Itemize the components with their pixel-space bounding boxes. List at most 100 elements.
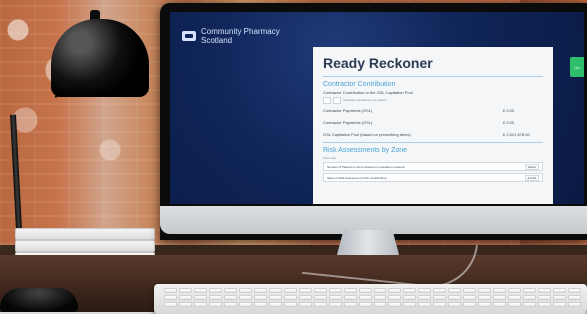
keyboard-key — [508, 288, 522, 293]
mini-input-1[interactable] — [323, 96, 331, 104]
keyboard-key — [343, 302, 357, 307]
keyboard-key — [403, 295, 417, 300]
keyboard-key — [208, 302, 222, 307]
keyboard-key — [403, 302, 417, 307]
keyboard-key — [418, 288, 432, 293]
keyboard-key — [313, 288, 327, 293]
field-button[interactable]: £ 0.00 — [524, 174, 539, 181]
contractor-row: Contractor Payments (GSL) £ 0.00 — [323, 106, 543, 115]
keyboard-key — [193, 295, 207, 300]
keyboard-key — [568, 288, 581, 293]
brand-logo-icon — [182, 31, 196, 41]
contractor-row: GSL Capitation Pool (based on prescribin… — [323, 130, 543, 139]
side-tab-button[interactable]: Go — [570, 57, 584, 77]
keyboard-key — [178, 295, 192, 300]
book — [15, 228, 155, 240]
mini-input-2[interactable] — [333, 96, 341, 104]
keyboard-key — [328, 295, 342, 300]
keyboard-key — [373, 302, 387, 307]
section-risk-hint: Zone size — [323, 156, 337, 160]
keyboard-key — [298, 288, 312, 293]
keyboard-key — [373, 288, 387, 293]
keyboard-key — [178, 302, 192, 307]
keyboard-key — [463, 302, 477, 307]
keyboard-key — [478, 302, 492, 307]
keyboard-key — [238, 302, 252, 307]
keyboard-key — [358, 295, 372, 300]
keyboard-key — [343, 288, 357, 293]
divider — [323, 76, 543, 77]
keyboard-key — [178, 288, 192, 293]
keyboard-key — [283, 295, 297, 300]
brand-line2: Scotland — [201, 36, 233, 45]
monitor-chin — [160, 206, 587, 234]
row-label: Contractor Payments (GSL) — [323, 120, 373, 125]
keyboard-key — [478, 295, 492, 300]
divider — [323, 142, 543, 143]
field-button[interactable]: Select — [524, 163, 539, 170]
keyboard-key — [253, 288, 267, 293]
section-contractor-hint: Calculate contribution per patient — [343, 98, 387, 102]
lamp-base — [0, 288, 78, 312]
keyboard-key — [268, 288, 282, 293]
ready-reckoner-panel: Ready Reckoner Contractor Contribution C… — [313, 47, 553, 204]
brand: Community Pharmacy Scotland — [182, 27, 280, 45]
keyboard-key — [343, 295, 357, 300]
keyboard-key — [463, 288, 477, 293]
keyboard-key — [433, 295, 447, 300]
section-contractor-title: Contractor Contribution — [323, 81, 396, 88]
keyboard-key — [283, 302, 297, 307]
keyboard-key — [418, 302, 432, 307]
mini-inputs: Calculate contribution per patient — [323, 96, 543, 104]
row-value: £ 0.00 — [503, 108, 515, 113]
keyboard-key — [313, 302, 327, 307]
page-title: Ready Reckoner — [323, 55, 433, 71]
keyboard-key — [538, 295, 552, 300]
keyboard-key — [328, 288, 342, 293]
keyboard-key — [538, 288, 552, 293]
keyboard-key — [493, 302, 507, 307]
keyboard-key — [268, 302, 282, 307]
keyboard-key — [388, 302, 402, 307]
keyboard-key — [523, 288, 537, 293]
keyboard-key — [268, 295, 282, 300]
keyboard-key — [523, 302, 537, 307]
keyboard-keys — [164, 288, 581, 310]
keyboard-key — [553, 302, 567, 307]
keyboard-key — [223, 295, 237, 300]
field-label: Value of Risk Assessment (GSL contributi… — [327, 175, 387, 180]
keyboard-key — [388, 288, 402, 293]
keyboard-key — [403, 288, 417, 293]
keyboard-key — [448, 288, 462, 293]
contractor-row: Contractor Payments (GSL) £ 0.00 — [323, 118, 543, 127]
monitor-screen: Community Pharmacy Scotland Ready Reckon… — [170, 12, 584, 204]
risk-field[interactable]: Number of Patients in Zone (based on pop… — [323, 162, 543, 171]
brand-text: Community Pharmacy Scotland — [201, 27, 280, 45]
risk-field[interactable]: Value of Risk Assessment (GSL contributi… — [323, 173, 543, 182]
keyboard-key — [164, 288, 177, 293]
keyboard-key — [553, 288, 567, 293]
keyboard-key — [238, 295, 252, 300]
side-tab-label: Go — [574, 64, 580, 70]
keyboard-key — [298, 302, 312, 307]
keyboard-key — [508, 295, 522, 300]
keyboard-key — [388, 295, 402, 300]
keyboard-key — [238, 288, 252, 293]
field-label: Number of Patients in Zone (based on pop… — [327, 164, 405, 169]
keyboard-key — [418, 295, 432, 300]
keyboard-key — [463, 295, 477, 300]
keyboard-key — [478, 288, 492, 293]
keyboard-key — [493, 288, 507, 293]
keyboard-key — [523, 295, 537, 300]
keyboard-key — [568, 302, 581, 307]
keyboard-key — [433, 288, 447, 293]
keyboard-key — [358, 302, 372, 307]
keyboard-key — [508, 302, 522, 307]
row-value: £ 2,621,578.00 — [503, 132, 530, 137]
keyboard-key — [313, 295, 327, 300]
keyboard-key — [208, 288, 222, 293]
row-label: Contractor Payments (GSL) — [323, 108, 373, 113]
keyboard-key — [253, 295, 267, 300]
keyboard-key — [193, 288, 207, 293]
keyboard-key — [448, 302, 462, 307]
